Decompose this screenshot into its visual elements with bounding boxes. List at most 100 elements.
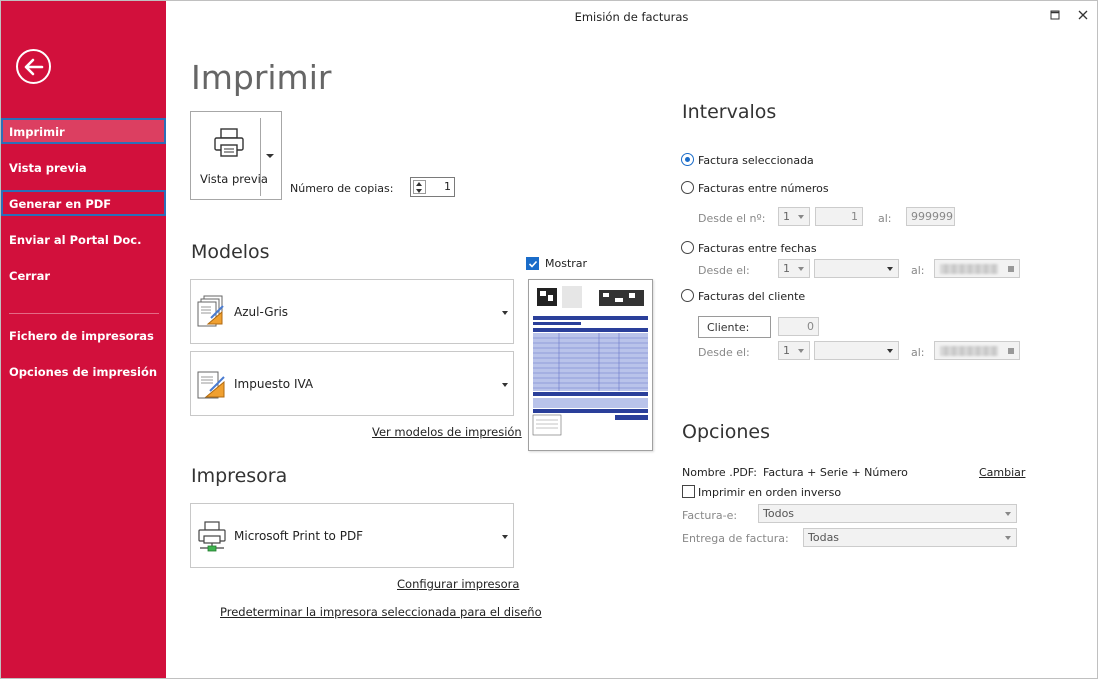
date-to-input[interactable] — [934, 259, 1020, 278]
invoice-preview-image — [532, 286, 648, 436]
redacted-value — [940, 346, 998, 356]
chevron-down-icon[interactable] — [502, 383, 508, 387]
sidebar: Imprimir Vista previa Generar en PDF Env… — [1, 1, 166, 678]
radio-facturas-entre-numeros[interactable] — [681, 181, 694, 194]
copies-label: Número de copias: — [290, 182, 394, 195]
chevron-down-icon[interactable] — [502, 535, 508, 539]
chevron-down-icon[interactable] — [1005, 512, 1011, 516]
sidebar-item-opciones-impresion[interactable]: Opciones de impresión — [1, 358, 166, 384]
radio-facturas-cliente[interactable] — [681, 289, 694, 302]
chevron-down-icon[interactable] — [887, 349, 893, 353]
radio-factura-seleccionada-label: Factura seleccionada — [698, 154, 814, 167]
chevron-down-icon[interactable] — [798, 349, 804, 353]
maximize-icon — [1050, 10, 1060, 20]
date-from-label: Desde el: — [698, 264, 750, 277]
client-date-to-label: al: — [911, 346, 925, 359]
calendar-icon[interactable] — [1008, 348, 1014, 354]
close-button[interactable] — [1075, 7, 1091, 23]
models-title: Modelos — [191, 241, 270, 263]
default-printer-link[interactable]: Predeterminar la impresora seleccionada … — [220, 605, 542, 619]
chevron-down-icon[interactable] — [798, 215, 804, 219]
reverse-order-label: Imprimir en orden inverso — [698, 486, 842, 499]
invoice-preview-thumbnail — [528, 279, 653, 451]
change-pdf-name-link[interactable]: Cambiar — [979, 466, 1025, 479]
maximize-button[interactable] — [1047, 7, 1063, 23]
model-name-2: Impuesto IVA — [234, 377, 314, 391]
reverse-order-checkbox[interactable] — [682, 485, 695, 498]
series-from-combo[interactable]: 1 — [778, 207, 810, 226]
redacted-value — [940, 264, 998, 274]
date-series-value: 1 — [783, 262, 790, 275]
client-date-from-label: Desde el: — [698, 346, 750, 359]
stepper-up-icon[interactable] — [416, 182, 422, 186]
sidebar-item-fichero-impresoras[interactable]: Fichero de impresoras — [1, 322, 166, 348]
from-number-label: Desde el nº: — [698, 212, 766, 225]
arrow-left-icon — [24, 58, 43, 75]
sidebar-item-cerrar[interactable]: Cerrar — [1, 262, 166, 288]
pdf-name-label: Nombre .PDF: — [682, 466, 757, 479]
chevron-down-icon[interactable] — [266, 154, 274, 158]
page-title: Imprimir — [191, 58, 332, 97]
printer-device-icon — [198, 521, 226, 552]
radio-facturas-entre-numeros-label: Facturas entre números — [698, 182, 829, 195]
einvoice-value: Todos — [763, 507, 795, 520]
printer-title: Impresora — [191, 465, 288, 487]
radio-facturas-cliente-label: Facturas del cliente — [698, 290, 806, 303]
copies-stepper[interactable]: 1 — [410, 177, 455, 197]
sidebar-item-generar-pdf[interactable]: Generar en PDF — [1, 190, 166, 216]
sidebar-item-imprimir[interactable]: Imprimir — [1, 118, 166, 144]
printer-icon — [214, 128, 244, 157]
delivery-combo[interactable]: Todas — [803, 528, 1017, 547]
date-to-label: al: — [911, 264, 925, 277]
model-select-2[interactable]: Impuesto IVA — [190, 351, 514, 416]
intervals-title: Intervalos — [682, 101, 777, 123]
copies-value: 1 — [444, 180, 451, 193]
sidebar-item-enviar-portal[interactable]: Enviar al Portal Doc. — [1, 226, 166, 252]
show-preview-label: Mostrar — [545, 257, 588, 270]
model-name-1: Azul-Gris — [234, 305, 289, 319]
radio-factura-seleccionada[interactable] — [681, 153, 694, 166]
stepper-arrows[interactable] — [413, 180, 426, 194]
chevron-down-icon[interactable] — [887, 267, 893, 271]
view-models-link[interactable]: Ver modelos de impresión — [372, 425, 522, 439]
split-divider — [260, 118, 261, 196]
sidebar-divider — [9, 313, 159, 314]
print-window: Imprimir Vista previa Generar en PDF Env… — [0, 0, 1098, 679]
client-date-from-combo[interactable] — [814, 341, 899, 360]
printer-select[interactable]: Microsoft Print to PDF — [190, 503, 514, 568]
radio-facturas-entre-fechas[interactable] — [681, 241, 694, 254]
configure-printer-link[interactable]: Configurar impresora — [397, 577, 519, 591]
model-template-icon — [197, 371, 225, 399]
chevron-down-icon[interactable] — [1005, 536, 1011, 540]
sidebar-item-vista-previa[interactable]: Vista previa — [1, 154, 166, 180]
client-code-input[interactable]: 0 — [778, 317, 819, 336]
number-to-input[interactable]: 999999 — [906, 207, 955, 226]
einvoice-label: Factura-e: — [682, 509, 738, 522]
window-title: Emisión de facturas — [574, 10, 689, 24]
show-preview-checkbox[interactable] — [526, 257, 539, 270]
chevron-down-icon[interactable] — [798, 267, 804, 271]
chevron-down-icon[interactable] — [502, 311, 508, 315]
client-series-combo[interactable]: 1 — [778, 341, 810, 360]
stepper-down-icon[interactable] — [416, 189, 422, 193]
number-from-input[interactable]: 1 — [815, 207, 863, 226]
number-to-label: al: — [878, 212, 892, 225]
date-from-combo[interactable] — [814, 259, 899, 278]
options-title: Opciones — [682, 421, 770, 443]
vista-previa-label: Vista previa — [200, 172, 268, 186]
back-button[interactable] — [16, 49, 51, 84]
printer-name: Microsoft Print to PDF — [234, 529, 364, 543]
client-button[interactable]: Cliente: — [698, 316, 771, 338]
delivery-value: Todas — [808, 531, 840, 544]
calendar-icon[interactable] — [1008, 266, 1014, 272]
client-date-to-input[interactable] — [934, 341, 1020, 360]
vista-previa-split-button[interactable]: Vista previa — [190, 111, 282, 200]
close-icon — [1078, 10, 1088, 20]
series-from-value: 1 — [783, 210, 790, 223]
model-template-icon — [197, 295, 224, 327]
radio-facturas-entre-fechas-label: Facturas entre fechas — [698, 242, 817, 255]
einvoice-combo[interactable]: Todos — [758, 504, 1017, 523]
date-series-combo[interactable]: 1 — [778, 259, 810, 278]
model-select-1[interactable]: Azul-Gris — [190, 279, 514, 344]
check-icon — [528, 260, 538, 268]
